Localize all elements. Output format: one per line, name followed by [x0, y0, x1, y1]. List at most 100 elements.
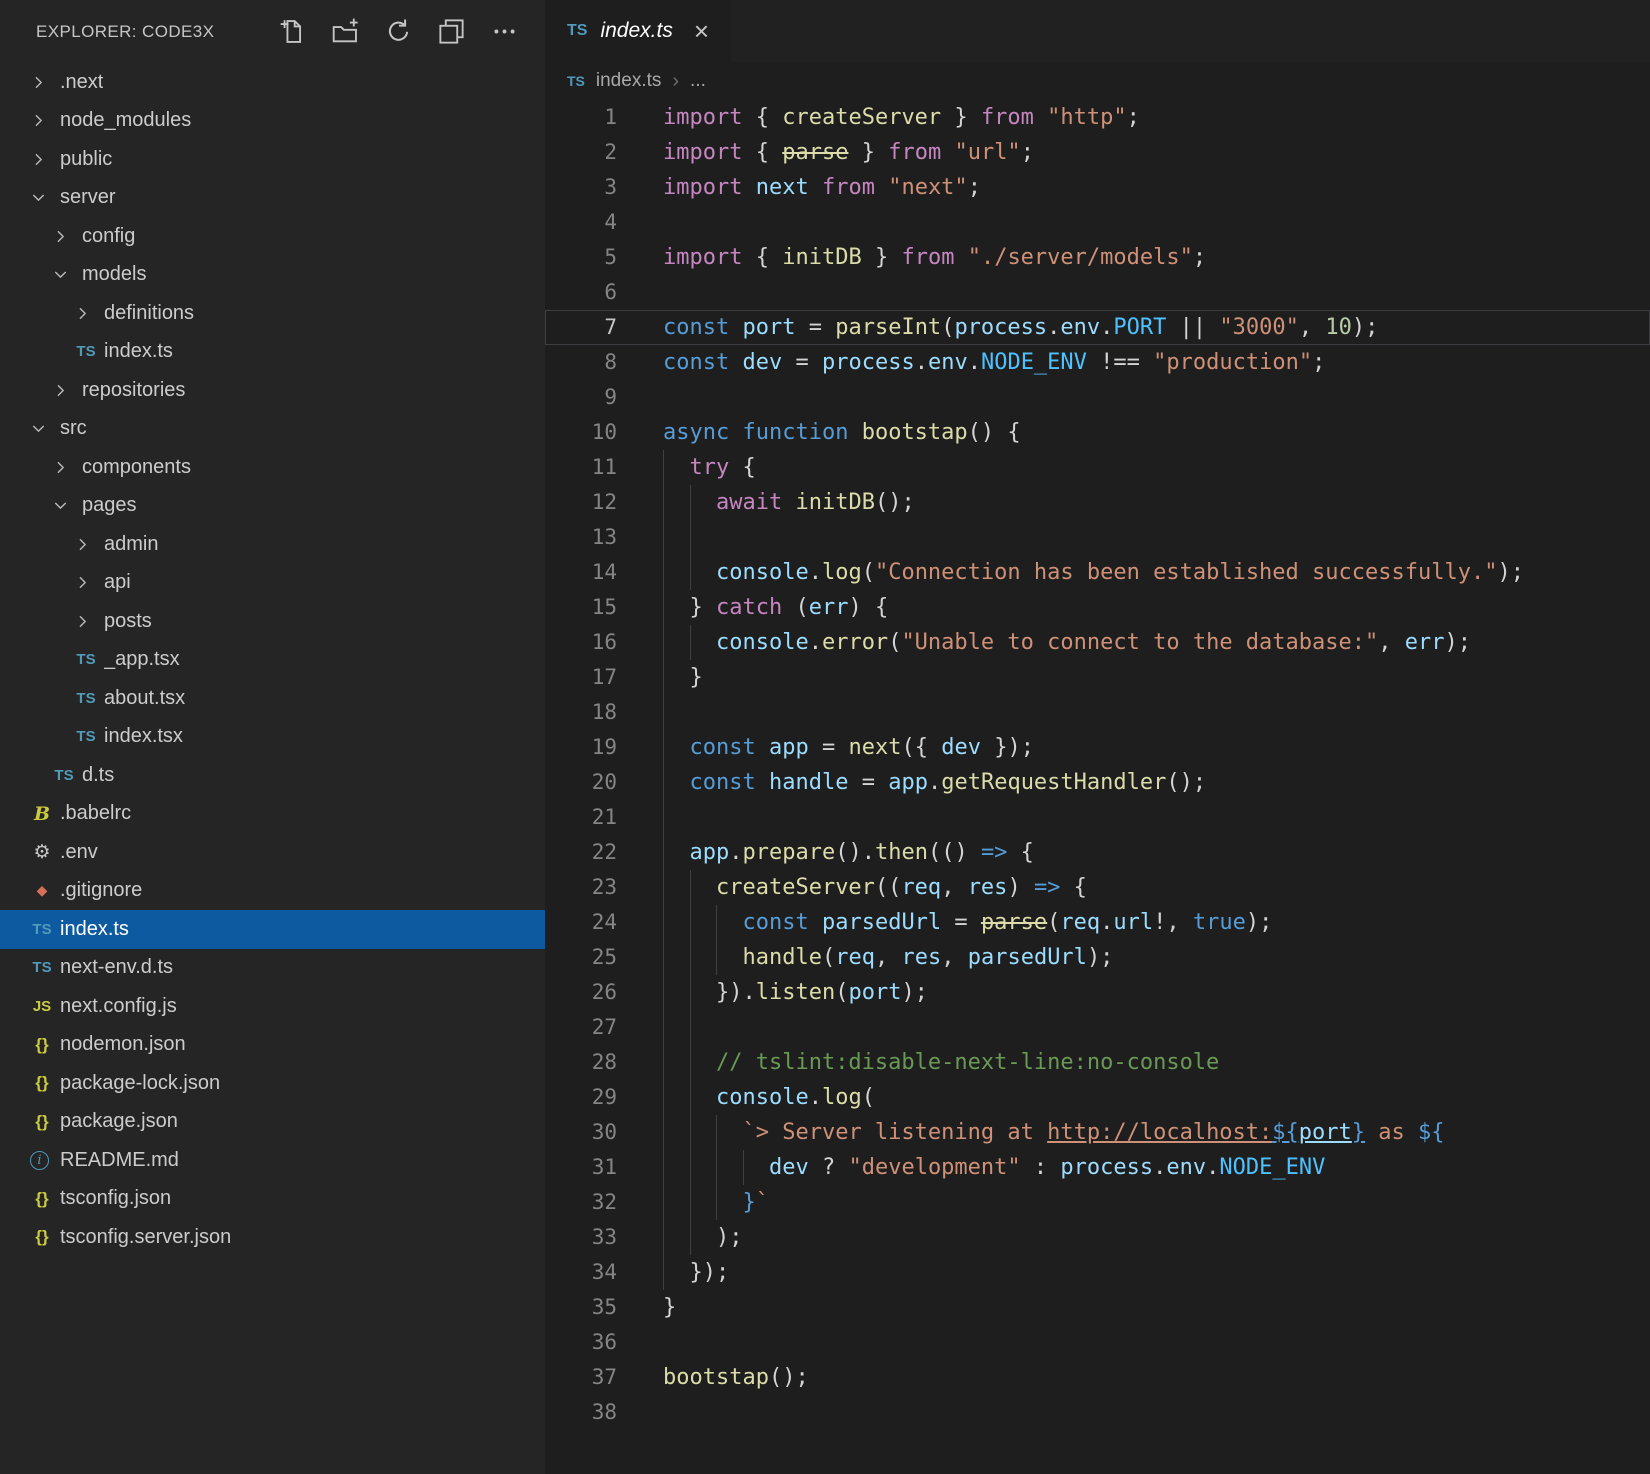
code-line-8[interactable]: 8const dev = process.env.NODE_ENV !== "p…	[545, 345, 1650, 380]
code-line-28[interactable]: 28 // tslint:disable-next-line:no-consol…	[545, 1045, 1650, 1080]
code-line-31[interactable]: 31 dev ? "development" : process.env.NOD…	[545, 1150, 1650, 1185]
tree-item-public[interactable]: public	[0, 140, 545, 179]
indent-guide	[690, 1010, 691, 1045]
code-line-content	[663, 205, 1650, 240]
code-line-37[interactable]: 37bootstap();	[545, 1360, 1650, 1395]
tree-item-package.json[interactable]: {}package.json	[0, 1103, 545, 1142]
code-line-23[interactable]: 23 createServer((req, res) => {	[545, 870, 1650, 905]
code-token: (	[941, 315, 954, 340]
tree-item-README.md[interactable]: iREADME.md	[0, 1141, 545, 1180]
code-line-18[interactable]: 18	[545, 695, 1650, 730]
tree-item-.babelrc[interactable]: B.babelrc	[0, 795, 545, 834]
breadcrumb-symbol[interactable]: ...	[690, 70, 706, 92]
code-line-27[interactable]: 27	[545, 1010, 1650, 1045]
tree-item-repositories[interactable]: repositories	[0, 371, 545, 410]
tree-item-tsconfig.server.json[interactable]: {}tsconfig.server.json	[0, 1218, 545, 1257]
code-line-5[interactable]: 5import { initDB } from "./server/models…	[545, 240, 1650, 275]
code-line-14[interactable]: 14 console.log("Connection has been esta…	[545, 555, 1650, 590]
code-line-35[interactable]: 35}	[545, 1290, 1650, 1325]
tree-item-index.ts[interactable]: TSindex.ts	[0, 333, 545, 372]
tree-item-.env[interactable]: ⚙.env	[0, 833, 545, 872]
new-file-icon[interactable]	[277, 17, 307, 47]
code-line-6[interactable]: 6	[545, 275, 1650, 310]
indent-guide	[663, 835, 664, 870]
code-line-content: const port = parseInt(process.env.PORT |…	[663, 310, 1650, 345]
tree-item-node_modules[interactable]: node_modules	[0, 102, 545, 141]
tree-item-_app.tsx[interactable]: TS_app.tsx	[0, 641, 545, 680]
code-token: req	[835, 945, 875, 970]
tree-item-package-lock.json[interactable]: {}package-lock.json	[0, 1064, 545, 1103]
tree-item-next-env.d.ts[interactable]: TSnext-env.d.ts	[0, 949, 545, 988]
code-token: then	[875, 840, 928, 865]
code-line-3[interactable]: 3import next from "next";	[545, 170, 1650, 205]
code-line-1[interactable]: 1import { createServer } from "http";	[545, 100, 1650, 135]
code-line-26[interactable]: 26 }).listen(port);	[545, 975, 1650, 1010]
tree-item-nodemon.json[interactable]: {}nodemon.json	[0, 1026, 545, 1065]
indent-guide	[716, 1185, 717, 1220]
tree-item-.gitignore[interactable]: ◆.gitignore	[0, 872, 545, 911]
code-line-15[interactable]: 15 } catch (err) {	[545, 590, 1650, 625]
tree-item-api[interactable]: api	[0, 564, 545, 603]
code-token	[941, 140, 954, 165]
code-editor[interactable]: 1import { createServer } from "http";2im…	[545, 100, 1650, 1474]
tree-item-pages[interactable]: pages	[0, 487, 545, 526]
code-line-30[interactable]: 30 `> Server listening at http://localho…	[545, 1115, 1650, 1150]
tree-item-tsconfig.json[interactable]: {}tsconfig.json	[0, 1180, 545, 1219]
line-number: 32	[545, 1185, 617, 1220]
code-line-17[interactable]: 17 }	[545, 660, 1650, 695]
tree-item-admin[interactable]: admin	[0, 525, 545, 564]
code-line-13[interactable]: 13	[545, 520, 1650, 555]
tree-item-src[interactable]: src	[0, 410, 545, 449]
code-line-10[interactable]: 10async function bootstap() {	[545, 415, 1650, 450]
code-line-9[interactable]: 9	[545, 380, 1650, 415]
code-line-32[interactable]: 32 }`	[545, 1185, 1650, 1220]
code-token: from	[901, 245, 954, 270]
code-line-19[interactable]: 19 const app = next({ dev });	[545, 730, 1650, 765]
code-line-11[interactable]: 11 try {	[545, 450, 1650, 485]
tree-item-d.ts[interactable]: TSd.ts	[0, 756, 545, 795]
code-line-16[interactable]: 16 console.error("Unable to connect to t…	[545, 625, 1650, 660]
code-line-24[interactable]: 24 const parsedUrl = parse(req.url!, tru…	[545, 905, 1650, 940]
code-line-21[interactable]: 21	[545, 800, 1650, 835]
code-token: import	[663, 140, 742, 165]
code-token: }	[941, 105, 981, 130]
code-line-22[interactable]: 22 app.prepare().then(() => {	[545, 835, 1650, 870]
new-folder-icon[interactable]	[330, 17, 360, 47]
code-line-38[interactable]: 38	[545, 1395, 1650, 1430]
code-line-29[interactable]: 29 console.log(	[545, 1080, 1650, 1115]
tree-item-.next[interactable]: .next	[0, 63, 545, 102]
tree-item-about.tsx[interactable]: TSabout.tsx	[0, 679, 545, 718]
code-line-20[interactable]: 20 const handle = app.getRequestHandler(…	[545, 765, 1650, 800]
more-actions-icon[interactable]	[489, 17, 519, 47]
breadcrumb-file[interactable]: index.ts	[596, 70, 661, 92]
code-token: from	[822, 175, 875, 200]
indent-guide	[690, 905, 691, 940]
code-line-12[interactable]: 12 await initDB();	[545, 485, 1650, 520]
tree-item-index.ts[interactable]: TSindex.ts	[0, 910, 545, 949]
tree-item-definitions[interactable]: definitions	[0, 294, 545, 333]
code-line-content: await initDB();	[663, 485, 1650, 520]
typescript-file-icon: TS	[74, 343, 104, 360]
code-line-7[interactable]: 7const port = parseInt(process.env.PORT …	[545, 310, 1650, 345]
code-line-25[interactable]: 25 handle(req, res, parsedUrl);	[545, 940, 1650, 975]
tree-item-server[interactable]: server	[0, 179, 545, 218]
tree-item-config[interactable]: config	[0, 217, 545, 256]
refresh-icon[interactable]	[383, 17, 413, 47]
code-line-33[interactable]: 33 );	[545, 1220, 1650, 1255]
code-line-2[interactable]: 2import { parse } from "url";	[545, 135, 1650, 170]
code-line-content: import { parse } from "url";	[663, 135, 1650, 170]
code-line-36[interactable]: 36	[545, 1325, 1650, 1360]
code-token: console	[716, 630, 809, 655]
code-line-34[interactable]: 34 });	[545, 1255, 1650, 1290]
tree-item-next.config.js[interactable]: JSnext.config.js	[0, 987, 545, 1026]
tree-item-models[interactable]: models	[0, 256, 545, 295]
tree-item-index.tsx[interactable]: TSindex.tsx	[0, 718, 545, 757]
tree-item-posts[interactable]: posts	[0, 602, 545, 641]
tab-index-ts[interactable]: TS index.ts ×	[545, 0, 731, 62]
chevron-right-icon	[74, 305, 104, 322]
code-token: res	[968, 875, 1008, 900]
code-line-4[interactable]: 4	[545, 205, 1650, 240]
tree-item-components[interactable]: components	[0, 448, 545, 487]
collapse-all-icon[interactable]	[436, 17, 466, 47]
close-icon[interactable]: ×	[694, 18, 709, 44]
